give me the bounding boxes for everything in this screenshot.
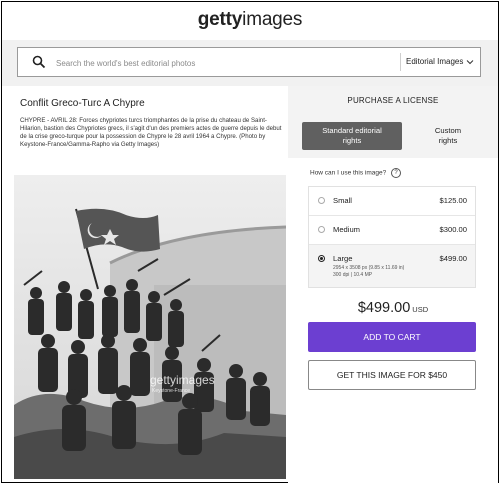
- usage-question-text: How can I use this image?: [310, 169, 387, 177]
- size-price: $499.00: [439, 254, 467, 263]
- size-price: $125.00: [439, 196, 467, 205]
- size-option-medium[interactable]: Medium $300.00: [309, 216, 475, 245]
- tab-standard-editorial-rights[interactable]: Standard editorial rights: [302, 122, 402, 150]
- help-icon[interactable]: ?: [391, 168, 402, 178]
- size-option-small[interactable]: Small $125.00: [309, 187, 475, 216]
- get-image-button[interactable]: GET THIS IMAGE FOR $450: [308, 360, 476, 390]
- getty-logo[interactable]: gettyimages: [2, 9, 498, 31]
- photo-watermark-credit: Keystone-France: [152, 388, 190, 394]
- size-options: Small $125.00 Medium $300.00 Large $499.…: [308, 186, 476, 288]
- image-type-label: Editorial Images: [406, 57, 464, 66]
- license-tabs: Standard editorial rights Custom rights: [288, 116, 498, 158]
- radio-medium[interactable]: [318, 226, 325, 233]
- photo-watermark: gettyimages: [150, 373, 215, 387]
- size-detail: 2954 x 3508 px (9.85 x 11.69 in) 300 dpi…: [333, 265, 404, 278]
- image-title: Conflit Greco-Turc A Chypre: [20, 98, 145, 109]
- size-dimensions: 2954 x 3508 px (9.85 x 11.69 in): [333, 265, 405, 271]
- total-amount: $499.00: [357, 300, 411, 316]
- search-input[interactable]: [54, 52, 398, 74]
- image-caption: CHYPRE - AVRIL 28: Forces chypriotes tur…: [20, 117, 282, 148]
- size-label: Medium: [333, 225, 361, 234]
- tab-custom-rights[interactable]: Custom rights: [412, 122, 484, 150]
- tab-label-line1: Standard editorial: [322, 126, 382, 135]
- size-option-large[interactable]: Large $499.00 2954 x 3508 px (9.85 x 11.…: [309, 245, 475, 287]
- search-box: Editorial Images: [17, 47, 481, 77]
- size-label: Large: [333, 254, 353, 263]
- license-panel: PURCHASE A LICENSE Standard editorial ri…: [288, 86, 498, 484]
- tab-label-line1: Custom: [434, 126, 462, 135]
- usage-question: How can I use this image? ?: [310, 168, 402, 178]
- tab-label-line2: rights: [342, 136, 362, 145]
- editorial-photo[interactable]: gettyimages Keystone-France: [14, 175, 286, 479]
- radio-large[interactable]: [318, 255, 325, 262]
- purchase-header: PURCHASE A LICENSE: [288, 86, 498, 116]
- total-currency: USD: [412, 305, 429, 314]
- search-band: Editorial Images: [2, 40, 498, 86]
- size-price: $300.00: [439, 225, 467, 234]
- search-icon[interactable]: [32, 55, 46, 69]
- total-price: $499.00 USD: [288, 299, 498, 317]
- add-to-cart-button[interactable]: ADD TO CART: [308, 322, 476, 352]
- search-divider: [400, 53, 401, 71]
- size-label: Small: [333, 196, 352, 205]
- size-resolution: 300 dpi | 10.4 MP: [333, 271, 373, 278]
- purchase-title: PURCHASE A LICENSE: [347, 96, 439, 105]
- site-header: gettyimages: [2, 2, 498, 40]
- logo-bold-text: getty: [197, 9, 243, 30]
- image-type-dropdown[interactable]: Editorial Images: [406, 52, 478, 72]
- tab-label-line2: rights: [438, 136, 458, 145]
- logo-light-text: images: [242, 9, 303, 30]
- radio-small[interactable]: [318, 197, 325, 204]
- photo-artwork: gettyimages Keystone-France: [14, 175, 286, 479]
- chevron-down-icon: [466, 60, 474, 65]
